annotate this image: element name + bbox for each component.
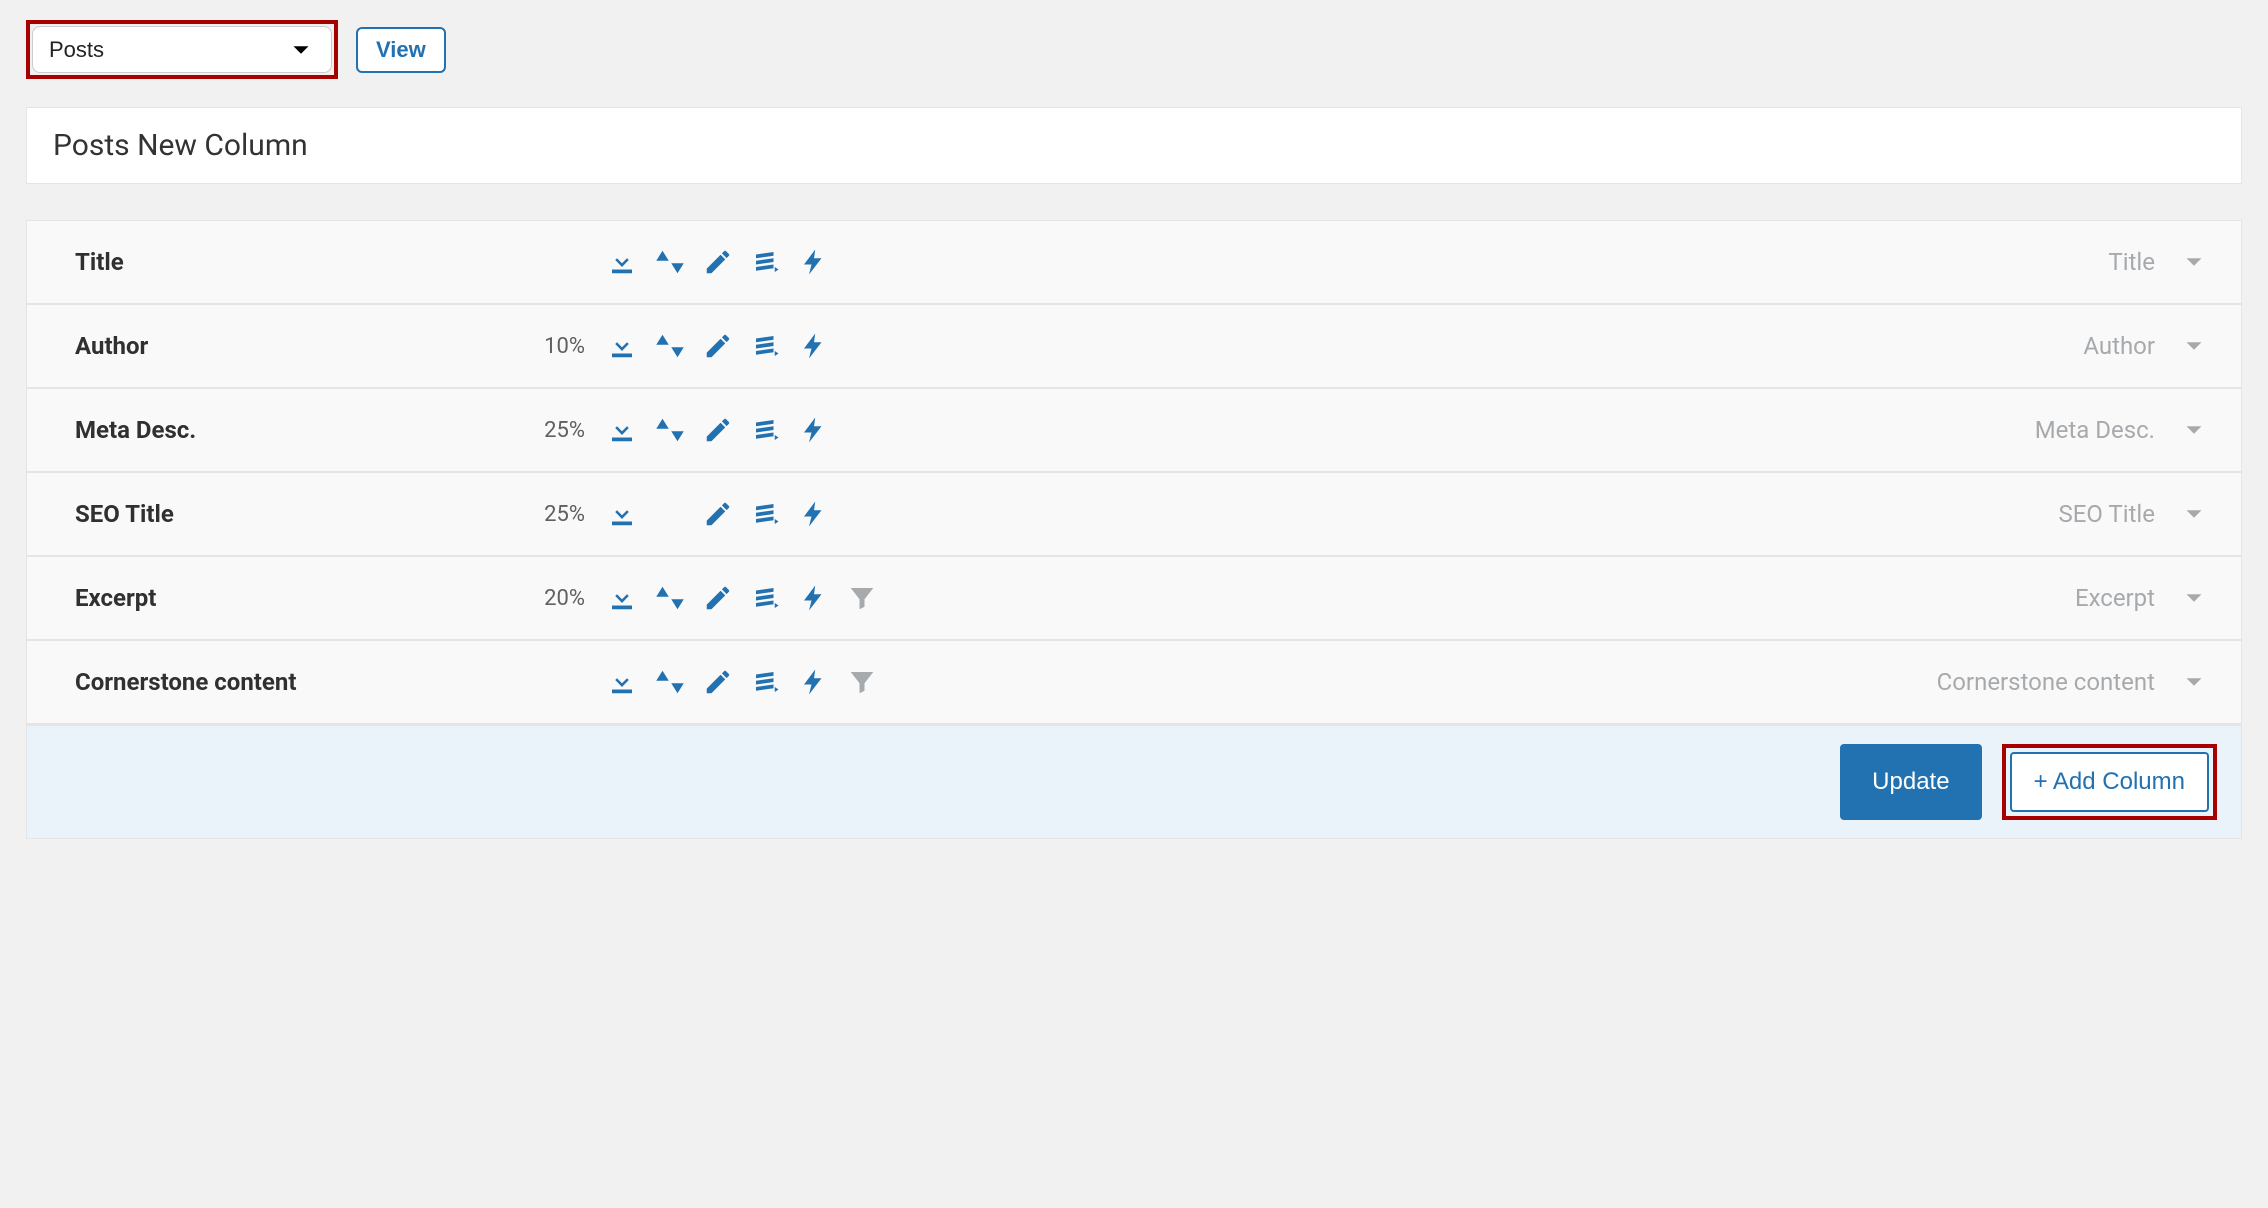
column-type-select[interactable]: Cornerstone content [905,667,2209,697]
column-feature-icons [605,667,885,697]
edit-icon[interactable] [703,499,733,529]
sort-icon[interactable] [655,331,685,361]
bulk-edit-icon[interactable] [751,415,781,445]
column-type-select[interactable]: SEO Title [905,499,2209,529]
column-width: 25% [515,502,585,527]
export-icon[interactable] [607,247,637,277]
smart-filter-icon[interactable] [799,583,829,613]
post-type-select[interactable]: Posts [32,26,332,73]
bulk-edit-icon[interactable] [751,583,781,613]
column-type-label: SEO Title [2059,500,2155,528]
table-footer: Update + Add Column [26,726,2242,839]
column-row[interactable]: SEO Title 25% SEO Title [27,473,2241,557]
chevron-down-icon [2179,583,2209,613]
column-row[interactable]: Cornerstone content Cornerstone content [27,641,2241,725]
column-row[interactable]: Meta Desc. 25% Meta Desc. [27,389,2241,473]
column-type-label: Title [2108,248,2155,276]
chevron-down-icon [2179,499,2209,529]
column-feature-icons [605,415,885,445]
column-label: Excerpt [75,584,495,612]
smart-filter-icon[interactable] [799,247,829,277]
column-type-select[interactable]: Excerpt [905,583,2209,613]
update-button[interactable]: Update [1840,744,1981,820]
smart-filter-icon[interactable] [799,331,829,361]
bulk-edit-icon[interactable] [751,499,781,529]
column-label: Meta Desc. [75,416,495,444]
smart-filter-icon[interactable] [799,499,829,529]
column-label: Author [75,332,495,360]
column-type-select[interactable]: Meta Desc. [905,415,2209,445]
column-width: 10% [515,334,585,359]
export-icon[interactable] [607,667,637,697]
chevron-down-icon [2179,331,2209,361]
column-label: Title [75,248,495,276]
column-label: SEO Title [75,500,495,528]
add-column-highlight: + Add Column [2002,744,2217,820]
column-row[interactable]: Title Title [27,221,2241,305]
column-label: Cornerstone content [75,668,495,696]
column-feature-icons [605,583,885,613]
column-row[interactable]: Author 10% Author [27,305,2241,389]
export-icon[interactable] [607,583,637,613]
chevron-down-icon [2179,667,2209,697]
column-width: 25% [515,418,585,443]
bulk-edit-icon[interactable] [751,247,781,277]
post-type-highlight: Posts [26,20,338,79]
edit-icon[interactable] [703,415,733,445]
column-type-select[interactable]: Author [905,331,2209,361]
add-column-button[interactable]: + Add Column [2010,752,2209,812]
edit-icon[interactable] [703,331,733,361]
export-icon[interactable] [607,499,637,529]
column-type-label: Author [2083,332,2155,360]
edit-icon[interactable] [703,583,733,613]
panel-title: Posts New Column [53,128,308,163]
edit-icon[interactable] [703,667,733,697]
column-type-label: Cornerstone content [1937,668,2155,696]
column-type-label: Excerpt [2075,584,2155,612]
bulk-edit-icon[interactable] [751,331,781,361]
smart-filter-icon[interactable] [799,667,829,697]
column-feature-icons [605,247,885,277]
chevron-down-icon [2179,247,2209,277]
column-type-label: Meta Desc. [2035,416,2155,444]
bulk-edit-icon[interactable] [751,667,781,697]
edit-icon[interactable] [703,247,733,277]
smart-filter-icon[interactable] [799,415,829,445]
panel-title-bar: Posts New Column [26,107,2242,184]
export-icon[interactable] [607,331,637,361]
columns-table: TitleTitleAuthor10%AuthorMeta Desc.25%Me… [26,220,2242,726]
filter-icon[interactable] [847,583,877,613]
sort-icon[interactable] [655,667,685,697]
sort-icon[interactable] [655,247,685,277]
column-type-select[interactable]: Title [905,247,2209,277]
view-button[interactable]: View [356,27,446,73]
filter-icon[interactable] [847,667,877,697]
column-feature-icons [605,499,885,529]
sort-icon[interactable] [655,415,685,445]
column-width: 20% [515,586,585,611]
sort-icon[interactable] [655,583,685,613]
chevron-down-icon [2179,415,2209,445]
export-icon[interactable] [607,415,637,445]
column-feature-icons [605,331,885,361]
column-row[interactable]: Excerpt 20% Excerpt [27,557,2241,641]
